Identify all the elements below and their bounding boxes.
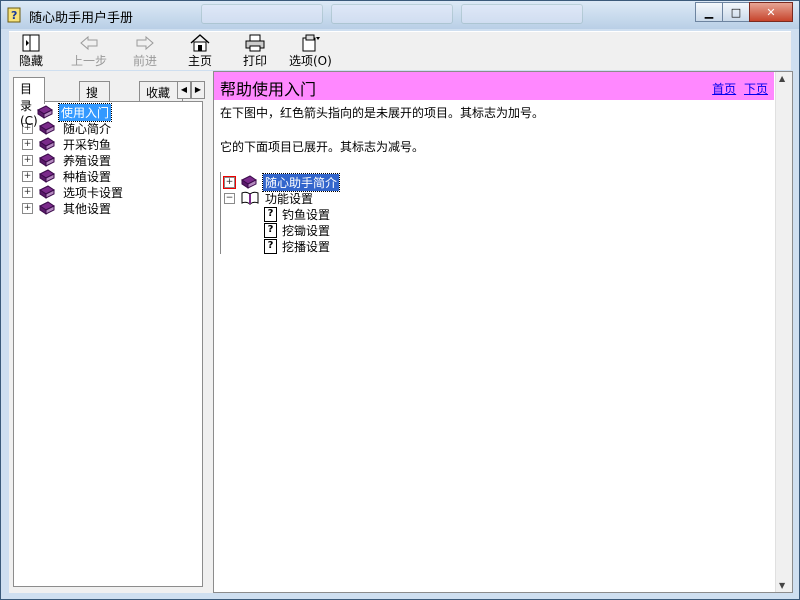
tab-search[interactable]: 搜索(S): [79, 81, 110, 132]
print-button[interactable]: 打印: [243, 34, 267, 69]
book-icon: [39, 201, 55, 215]
expand-plus-icon[interactable]: +: [22, 138, 33, 150]
tree-item[interactable]: + 选项卡设置: [22, 184, 125, 200]
book-icon: [39, 169, 55, 183]
svg-text:?: ?: [11, 9, 17, 22]
toolbar: 隐藏 上一步 前进 主页 打印 选项(O): [9, 31, 791, 70]
topic-header: 帮助使用入门 首页 下页: [214, 72, 774, 100]
topic-title: 帮助使用入门: [220, 80, 317, 99]
tree-item-label: 其他设置: [63, 201, 112, 216]
ghost-tab: [461, 4, 583, 24]
forward-button[interactable]: 前进: [133, 34, 157, 69]
printer-icon: [245, 34, 265, 52]
scroll-up-arrow-icon[interactable]: ▲: [779, 74, 785, 83]
background-taskbar-ghost: [201, 4, 583, 24]
demo-child-node: ? 挖播设置: [264, 238, 330, 254]
home-label: 主页: [188, 54, 213, 68]
tree-illustration: + 随心助手简介 − 功能设置 ? 钓鱼设置 ? 挖锄设置 ? 挖播设置: [220, 172, 450, 258]
home-button[interactable]: 主页: [188, 34, 212, 69]
options-icon: [302, 34, 321, 52]
demo-minus-icon: −: [224, 192, 235, 204]
paragraph-2: 它的下面项目已展开。其标志为减号。: [220, 140, 425, 154]
book-icon: [39, 121, 55, 135]
tree-item-label: 开采钓鱼: [63, 137, 112, 152]
tree-item-label: 随心简介: [63, 121, 112, 136]
tree-item[interactable]: + 其他设置: [22, 200, 113, 216]
demo-collapsed-node: + 随心助手简介: [223, 172, 341, 192]
book-icon: [241, 175, 257, 189]
hide-button[interactable]: 隐藏: [19, 34, 43, 69]
contents-tree: 使用入门+随心简介+开采钓鱼+养殖设置+种植设置+选项卡设置+其他设置: [13, 101, 203, 587]
home-page-link[interactable]: 首页: [712, 82, 736, 96]
tree-item-label: 养殖设置: [63, 153, 112, 168]
demo-child-node: ? 钓鱼设置: [264, 206, 330, 222]
paragraph-1: 在下图中，红色箭头指向的是未展开的项目。其标志为加号。: [220, 106, 545, 120]
options-button[interactable]: 选项(O): [289, 34, 332, 69]
close-button[interactable]: ✕: [749, 2, 793, 22]
tab-scroll-right-icon[interactable]: ▶: [191, 81, 205, 99]
home-icon: [190, 34, 210, 52]
minimize-button[interactable]: ▁: [695, 2, 723, 22]
tab-scroll-left-icon[interactable]: ◀: [177, 81, 191, 99]
help-topic-icon: ?: [264, 238, 277, 254]
book-icon: [39, 185, 55, 199]
demo-collapsed-label: 随心助手简介: [261, 172, 341, 192]
expand-plus-icon[interactable]: +: [22, 186, 33, 198]
content-pane: 帮助使用入门 首页 下页 在下图中，红色箭头指向的是未展开的项目。其标志为加号。…: [213, 71, 793, 593]
demo-child-label: 钓鱼设置: [282, 207, 331, 222]
tab-contents[interactable]: 目录(C): [13, 77, 45, 128]
tree-item-label: 选项卡设置: [63, 185, 124, 200]
book-icon: [39, 137, 55, 151]
expand-plus-icon[interactable]: +: [22, 154, 33, 166]
demo-plus-icon: +: [223, 175, 236, 189]
back-button[interactable]: 上一步: [71, 34, 107, 69]
tree-guide-line: [220, 172, 221, 254]
tab-favorites-label: 收藏: [146, 86, 171, 100]
back-arrow-icon: [80, 35, 98, 51]
next-page-link[interactable]: 下页: [744, 82, 768, 96]
back-label: 上一步: [71, 54, 108, 68]
demo-child-label: 挖锄设置: [282, 223, 331, 238]
forward-label: 前进: [133, 54, 158, 68]
content-scrollbar[interactable]: ▲ ▼: [775, 72, 792, 592]
help-topic-icon: ?: [264, 206, 277, 222]
ghost-tab: [201, 4, 323, 24]
options-label: 选项(O): [289, 54, 332, 68]
expand-plus-icon[interactable]: +: [22, 202, 33, 214]
open-book-icon: [241, 191, 259, 205]
tree-item-label: 种植设置: [63, 169, 112, 184]
help-topic-icon: ?: [264, 222, 277, 238]
hide-label: 隐藏: [19, 54, 44, 68]
forward-arrow-icon: [136, 35, 154, 51]
demo-child-label: 挖播设置: [282, 239, 331, 254]
demo-expanded-label: 功能设置: [265, 191, 314, 206]
demo-child-node: ? 挖锄设置: [264, 222, 330, 238]
help-window: ? 随心助手用户手册 ▁ □ ✕ 隐藏 上一步 前进 主页 打印 选项(O) 目…: [0, 0, 800, 600]
hide-pane-icon: [22, 34, 40, 52]
book-icon: [39, 153, 55, 167]
window-title: 随心助手用户手册: [29, 11, 134, 26]
tree-item[interactable]: + 种植设置: [22, 168, 113, 184]
navigation-pane: 目录(C) 搜索(S) 收藏 ◀ ▶ 使用入门 + 随心简介 + 开采钓鱼 + 养殖设置 + 种…: [9, 71, 207, 593]
ghost-tab: [331, 4, 453, 24]
scroll-down-arrow-icon[interactable]: ▼: [779, 581, 785, 590]
tab-scroll-arrows: ◀ ▶: [177, 81, 205, 99]
demo-expanded-node: − 功能设置: [224, 190, 313, 206]
expand-plus-icon[interactable]: +: [22, 170, 33, 182]
help-app-icon: ?: [7, 7, 21, 23]
tree-item-label: 使用入门: [57, 102, 113, 122]
tree-item[interactable]: + 开采钓鱼: [22, 136, 113, 152]
tree-item[interactable]: + 养殖设置: [22, 152, 113, 168]
maximize-button[interactable]: □: [722, 2, 750, 22]
topic-links: 首页 下页: [708, 80, 768, 97]
print-label: 打印: [243, 54, 268, 68]
title-bar: ? 随心助手用户手册 ▁ □ ✕: [1, 1, 799, 29]
caption-buttons: ▁ □ ✕: [695, 2, 793, 22]
book-icon: [37, 105, 53, 119]
